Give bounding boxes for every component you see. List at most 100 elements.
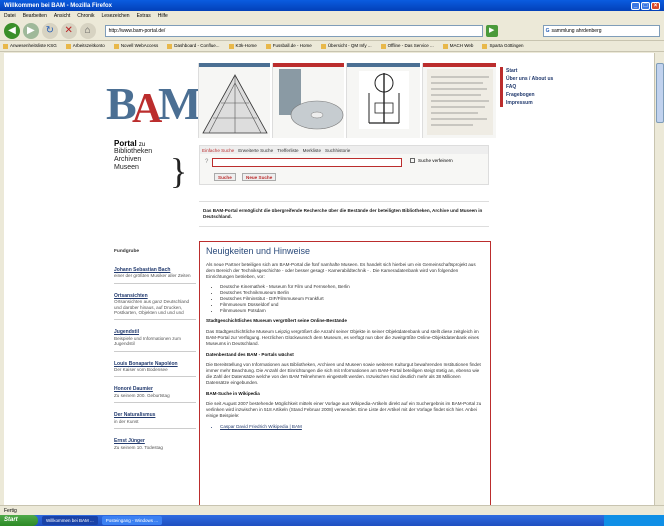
bookmark-item[interactable]: Offline - Das Service ... (380, 43, 434, 49)
nav-about[interactable]: Über uns / About us (506, 75, 570, 83)
bookmark-icon (482, 43, 488, 49)
bookmark-icon (265, 43, 271, 49)
menu-ansicht[interactable]: Ansicht (54, 13, 70, 19)
url-input[interactable]: http://www.bam-portal.de/ (104, 24, 483, 37)
brace-decoration: } (170, 151, 188, 191)
bookmark-icon (65, 43, 71, 49)
menu-bar: Datei Bearbeiten Ansicht Chronik Lesezei… (0, 11, 664, 21)
taskbar-item[interactable]: Posteingang - Windows ... (101, 516, 163, 525)
sidebar-item-text: Ortsansichten aus ganz Deutschland und d… (114, 299, 190, 316)
header-image-machine (346, 63, 420, 138)
home-icon[interactable]: ⌂ (79, 22, 96, 39)
vertical-scrollbar[interactable] (654, 53, 664, 505)
fundgrube-sidebar: Fundgrube Johann Sebastian Bach einer de… (114, 249, 196, 460)
bookmark-item[interactable]: Arbeitszeitkonto (65, 43, 105, 49)
bookmark-item[interactable]: MACH Web (442, 43, 473, 49)
intro-text: Das BAM-Portal ermöglicht die übergreife… (199, 201, 489, 227)
bookmark-item[interactable]: Dashboard - Conflue... (167, 43, 220, 49)
tab-einfache-suche[interactable]: Einfache Suche (202, 148, 234, 153)
back-icon[interactable]: ◀ (4, 22, 20, 39)
bookmark-item[interactable]: Übersicht - QM Infy ... (320, 43, 372, 49)
header-image-disc (272, 63, 344, 138)
start-button[interactable]: Start (0, 515, 38, 526)
nav-faq[interactable]: FAQ (506, 83, 570, 91)
minimize-button[interactable]: _ (631, 1, 640, 10)
scrollbar-thumb[interactable] (656, 63, 664, 123)
tab-erweiterte-suche[interactable]: Erweiterte Suche (238, 148, 273, 153)
search-button[interactable]: Suche (214, 173, 236, 181)
page-viewport: BAM Start Über uns / About us FAQ Frageb… (4, 53, 654, 505)
menu-chronik[interactable]: Chronik (77, 13, 94, 19)
bookmark-item[interactable]: Sparta Göttingen (482, 43, 523, 49)
taskbar: Start Willkommen bei BAM ... Posteingang… (0, 515, 664, 526)
sidebar-item-text: einer der größten Musiker aller Zeiten (114, 273, 191, 279)
refine-label: Suche verfeinern (418, 158, 453, 163)
nav-fragebogen[interactable]: Fragebogen (506, 91, 570, 99)
portal-word: Portal (114, 139, 137, 148)
window-titlebar: Willkommen bei BAM - Mozilla Firefox _ □… (0, 0, 664, 11)
menu-hilfe[interactable]: Hilfe (158, 13, 168, 19)
taskbar-item[interactable]: Willkommen bei BAM ... (42, 516, 98, 525)
sidebar-item: Louis Bonaparte Napoléon Der Kaiser vom … (114, 361, 196, 378)
example-list: Caspar David Friedrich Wikipedia | BAM (220, 424, 484, 430)
architecture-image (199, 63, 270, 134)
bookmark-item[interactable]: Anwesenheitsliste KSG (3, 43, 57, 49)
news-subheading: Datenbestand des BAM - Portals wächst (206, 351, 294, 357)
bookmark-icon (320, 43, 326, 49)
tab-suchhistorie[interactable]: Suchhistorie (325, 148, 350, 153)
search-text: sammlung ahrdenberg (551, 27, 602, 34)
sidebar-item-text: in der Kunst (114, 418, 139, 424)
manuscript-image (423, 63, 496, 135)
bookmark-item[interactable]: Fussball.de - Home (265, 43, 312, 49)
maximize-button[interactable]: □ (641, 1, 650, 10)
sidebar-item-text: Der Kaiser vom Bodensee (114, 367, 168, 373)
stop-icon[interactable]: ✕ (60, 22, 77, 39)
bookmark-icon (380, 43, 386, 49)
news-paragraph: Das Stadtgeschichtliche Museum Leipzig v… (206, 329, 479, 346)
query-input[interactable] (212, 158, 402, 167)
checkbox-icon (410, 158, 415, 163)
menu-datei[interactable]: Datei (4, 13, 16, 19)
search-panel: Einfache Suche Erweiterte Suche Trefferl… (199, 145, 489, 185)
close-button[interactable]: × (651, 1, 660, 10)
bookmark-icon (3, 43, 8, 49)
sidebar-item-text: Beispiele und Informationen zum Jugendst… (114, 335, 181, 347)
menu-bearbeiten[interactable]: Bearbeiten (23, 13, 47, 19)
sidebar-item-text: Zu seinem 10. Todestag (114, 444, 163, 450)
news-heading: Neuigkeiten und Hinweise (206, 246, 311, 256)
window-title: Willkommen bei BAM - Mozilla Firefox (4, 2, 112, 9)
tab-merkliste[interactable]: Merkliste (303, 148, 321, 153)
bookmark-item[interactable]: K3k-Home (228, 43, 257, 49)
sidebar-item: Der Naturalismus in der Kunst (114, 412, 196, 430)
list-item: Filmmuseum Potsdam (220, 308, 484, 314)
sidebar-item-text: Zu seinem 200. Geburtstag (114, 392, 170, 398)
reload-icon[interactable]: ↻ (41, 22, 58, 39)
menu-lesezeichen[interactable]: Lesezeichen (102, 13, 130, 19)
bookmark-icon (167, 43, 173, 49)
sidebar-item: Ernst Jünger Zu seinem 10. Todestag (114, 438, 196, 450)
bookmark-item[interactable]: Novell WebAccess (113, 43, 158, 49)
news-paragraph: Als neue Partner beteiligen sich am BAM-… (206, 262, 476, 279)
new-search-button[interactable]: Neue Suche (242, 173, 277, 181)
news-subheading: Stadtgeschichtliches Museum vergrößert s… (206, 318, 347, 324)
nav-impressum[interactable]: Impressum (506, 99, 570, 107)
go-icon[interactable]: ▶ (485, 24, 498, 37)
search-input[interactable]: Gsammlung ahrdenberg (542, 24, 661, 37)
news-box: Neuigkeiten und Hinweise Als neue Partne… (199, 241, 491, 505)
status-text: Fertig (4, 508, 17, 514)
sidebar-item: Jugendstil Beispiele und Informationen z… (114, 330, 196, 352)
forward-icon[interactable]: ▶ (22, 22, 39, 39)
machine-image (347, 63, 420, 129)
bam-logo[interactable]: BAM (106, 63, 201, 138)
google-icon: G (545, 27, 550, 34)
help-icon[interactable]: ? (205, 159, 208, 165)
tab-trefferliste[interactable]: Trefferliste (277, 148, 298, 153)
refine-checkbox[interactable]: Suche verfeinern (410, 158, 453, 163)
sidebar-item: Ortsansichten Ortsansichten aus ganz Deu… (114, 293, 196, 321)
list-item[interactable]: Caspar David Friedrich Wikipedia | BAM (220, 424, 484, 430)
system-tray (604, 515, 664, 526)
menu-extras[interactable]: Extras (137, 13, 151, 19)
partner-list: Deutsche Kinemathek - Museum für Film un… (220, 284, 484, 313)
nav-start[interactable]: Start (506, 67, 570, 75)
status-bar: Fertig (0, 505, 664, 515)
